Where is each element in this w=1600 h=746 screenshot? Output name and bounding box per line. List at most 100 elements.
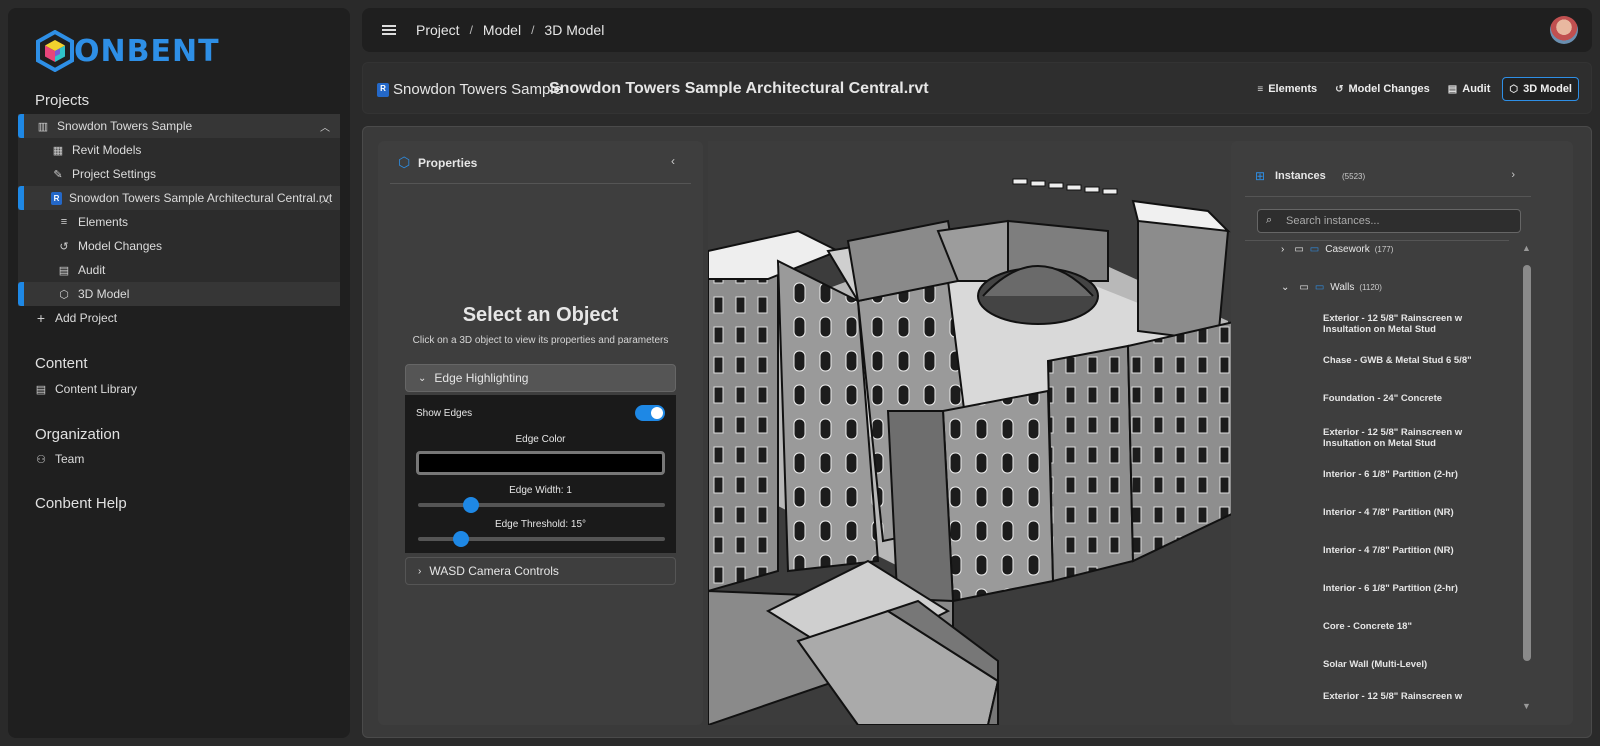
sidebar-project-snowdon[interactable]: ▥ Snowdon Towers Sample ︿ <box>18 114 340 138</box>
tab-elements[interactable]: ≡ Elements <box>1251 77 1323 101</box>
active-indicator <box>18 114 24 138</box>
building-model-render <box>708 141 1253 725</box>
top-bar: Project / Model / 3D Model <box>362 8 1592 52</box>
properties-panel: ⬡ Properties ‹ Select an Object Click on… <box>378 141 703 725</box>
edge-highlighting-toggle[interactable]: ⌄ Edge Highlighting <box>405 364 676 392</box>
database-icon: ≡ <box>60 216 68 228</box>
sidebar-item-elements[interactable]: ≡ Elements <box>18 210 340 234</box>
tree-folder-label: Casework <box>1325 244 1370 255</box>
tree-item[interactable]: Interior - 6 1/8" Partition (2-hr) <box>1323 583 1473 594</box>
select-object-subtitle: Click on a 3D object to view its propert… <box>412 335 669 346</box>
instances-count: (5523) <box>1342 172 1366 181</box>
user-avatar[interactable] <box>1550 16 1578 44</box>
wasd-camera-toggle[interactable]: › WASD Camera Controls <box>405 557 676 585</box>
tree-folder-count: (177) <box>1374 245 1394 254</box>
sidebar-item-label: Content Library <box>55 382 138 396</box>
revit-icon: R <box>377 83 389 97</box>
sidebar-item-label: Revit Models <box>72 143 142 157</box>
sidebar-item-label: Model Changes <box>78 239 163 253</box>
tree-item[interactable]: Exterior - 12 5/8" Rainscreen w Insultat… <box>1323 427 1473 449</box>
chevron-down-icon: ⌄ <box>418 372 427 384</box>
slider-thumb[interactable] <box>453 531 469 547</box>
projects-heading: Projects <box>35 92 90 109</box>
plus-icon: + <box>36 310 46 326</box>
breadcrumb-separator: / <box>531 23 535 37</box>
scroll-up-icon[interactable]: ▲ <box>1522 243 1531 253</box>
edge-color-picker[interactable] <box>416 451 665 475</box>
breadcrumb-model[interactable]: Model <box>483 22 521 38</box>
sidebar-item-label: Team <box>55 452 85 466</box>
sidebar-item-project-settings[interactable]: ✎ Project Settings <box>18 162 340 186</box>
breadcrumb-3d-model: 3D Model <box>544 22 605 38</box>
chevron-up-icon[interactable]: ︿ <box>320 191 330 206</box>
sidebar-item-label: Project Settings <box>72 167 157 181</box>
chevron-up-icon[interactable]: ︿ <box>320 119 330 134</box>
tree-item[interactable]: Core - Concrete 18" <box>1323 621 1473 632</box>
folder-icon: ▭ <box>1309 244 1320 255</box>
instances-header: ⊞ Instances (5523) › <box>1245 169 1531 197</box>
sidebar-item-model-changes[interactable]: ↺ Model Changes <box>18 234 340 258</box>
sidebar-project-label: Snowdon Towers Sample <box>57 119 193 133</box>
sidebar-item-audit[interactable]: ▤ Audit <box>18 258 340 282</box>
add-project-label: Add Project <box>55 311 118 325</box>
cube-icon: ⬡ <box>1509 83 1519 95</box>
tree-item[interactable]: Interior - 4 7/8" Partition (NR) <box>1323 507 1473 518</box>
add-project-button[interactable]: + Add Project <box>18 306 340 330</box>
history-icon: ↺ <box>59 240 69 253</box>
organization-heading: Organization <box>35 426 121 443</box>
library-icon: ▤ <box>35 383 47 396</box>
building-icon: ▥ <box>37 120 49 133</box>
tree-item[interactable]: Foundation - 24" Concrete <box>1323 393 1473 404</box>
instances-title: Instances <box>1275 170 1326 182</box>
cube-icon: ⬡ <box>59 288 69 301</box>
header-file-name: Snowdon Towers Sample Architectural Cent… <box>549 80 929 97</box>
sidebar-item-team[interactable]: ⚇ Team <box>18 447 340 471</box>
tree-item[interactable]: Chase - GWB & Metal Stud 6 5/8" <box>1323 355 1473 366</box>
wrench-icon: ✎ <box>53 168 63 181</box>
tree-item[interactable]: Interior - 4 7/8" Partition (NR) <box>1323 545 1473 556</box>
collapse-panel-icon[interactable]: ‹ <box>671 154 675 168</box>
active-indicator <box>18 186 24 210</box>
tree-item[interactable]: Exterior - 12 5/8" Rainscreen w <box>1323 691 1473 702</box>
tree-folder-label: Walls <box>1330 282 1355 293</box>
scrollbar-thumb[interactable] <box>1523 265 1531 661</box>
tree-item[interactable]: Exterior - 12 5/8" Rainscreen w Insultat… <box>1323 313 1473 335</box>
breadcrumb-project[interactable]: Project <box>416 22 460 38</box>
search-instances-input[interactable] <box>1286 213 1516 229</box>
properties-header: ⬡ Properties ‹ <box>390 154 691 184</box>
conbent-logo[interactable]: ONBENT <box>34 30 220 72</box>
slider-thumb[interactable] <box>463 497 479 513</box>
3d-viewer-canvas[interactable] <box>708 141 1253 725</box>
sidebar-item-revit-models[interactable]: ▦ Revit Models <box>18 138 340 162</box>
scroll-down-icon[interactable]: ▼ <box>1522 701 1531 711</box>
expand-panel-icon[interactable]: › <box>1511 169 1515 181</box>
tab-model-changes[interactable]: ↺ Model Changes <box>1329 77 1436 101</box>
edge-threshold-label: Edge Threshold: 15° <box>494 519 587 530</box>
select-object-title: Select an Object <box>462 304 619 326</box>
active-indicator <box>18 282 24 306</box>
show-edges-switch[interactable] <box>635 405 665 421</box>
tab-audit[interactable]: ▤ Audit <box>1442 77 1497 101</box>
tab-elements-label: Elements <box>1268 83 1318 95</box>
hamburger-menu-icon[interactable] <box>382 25 396 35</box>
tree-item[interactable]: Solar Wall (Multi-Level) <box>1323 659 1473 670</box>
instances-scrollbar[interactable]: ▲ ▼ <box>1521 243 1533 711</box>
team-icon: ⚇ <box>36 453 46 466</box>
model-header: R Snowdon Towers Sample Snowdon Towers S… <box>362 62 1592 114</box>
sidebar-item-3d-model[interactable]: ⬡ 3D Model <box>18 282 340 306</box>
edge-highlighting-body: Show Edges Edge Color Edge Width: 1 Edge… <box>405 395 676 553</box>
tree-folder-casework[interactable]: › ▭ ▭ Casework (177) <box>1281 244 1393 255</box>
logo-text: ONBENT <box>74 33 220 69</box>
sidebar-item-content-library[interactable]: ▤ Content Library <box>18 377 340 401</box>
chevron-down-icon: ⌄ <box>1281 282 1290 293</box>
conbent-help-link[interactable]: Conbent Help <box>35 495 127 512</box>
sidebar-item-rvt-file[interactable]: R Snowdon Towers Sample Architectural Ce… <box>18 186 340 210</box>
sidebar-item-label: Snowdon Towers Sample Architectural Cent… <box>69 191 333 205</box>
show-edges-label: Show Edges <box>416 408 473 419</box>
edge-width-slider[interactable] <box>418 497 665 513</box>
tree-folder-walls[interactable]: ⌄ ▭ ▭ Walls (1120) <box>1281 282 1382 293</box>
tab-3d-model[interactable]: ⬡ 3D Model <box>1502 77 1579 101</box>
chevron-right-icon: › <box>418 565 422 577</box>
edge-threshold-slider[interactable] <box>418 531 665 547</box>
tree-item[interactable]: Interior - 6 1/8" Partition (2-hr) <box>1323 469 1473 480</box>
